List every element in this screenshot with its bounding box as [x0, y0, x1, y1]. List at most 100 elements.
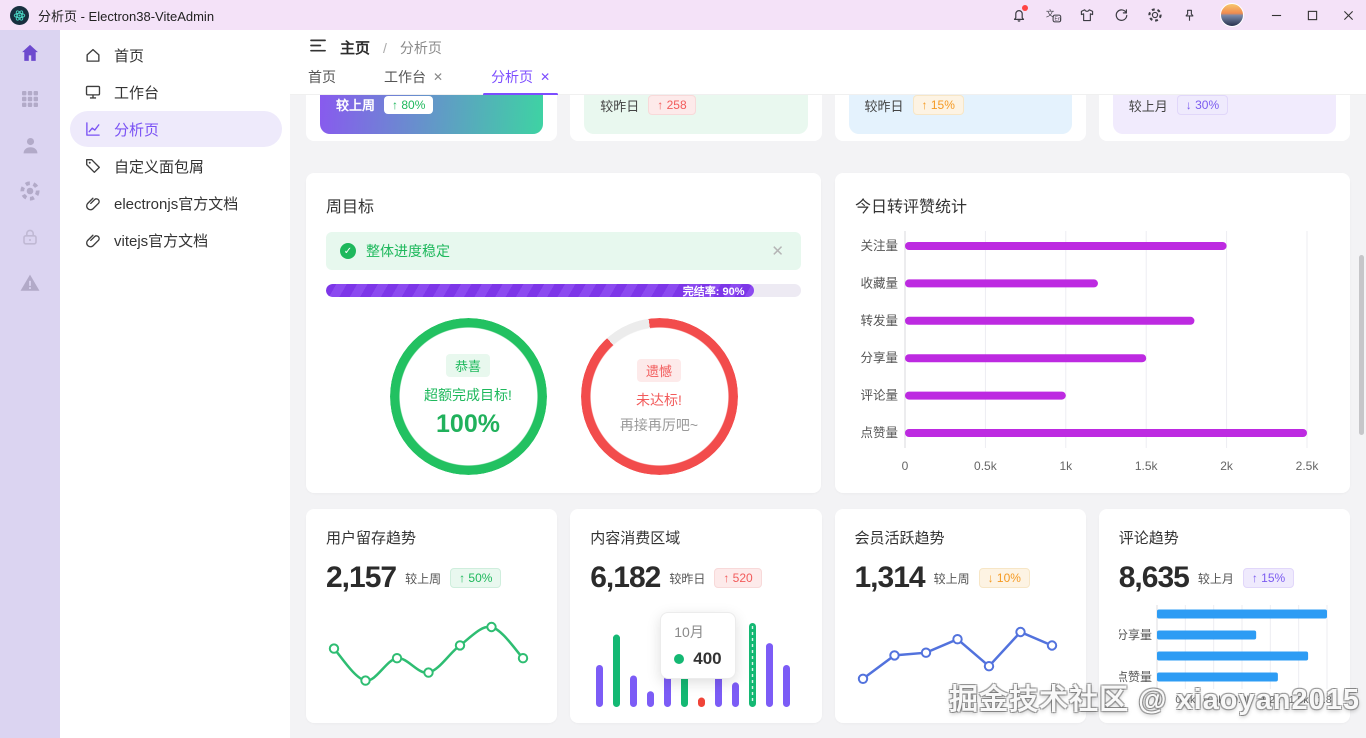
member-activity-card: 会员活跃趋势 1,314 较上周 ↓ 10%	[835, 509, 1086, 723]
rail-warning-icon[interactable]	[19, 272, 41, 294]
svg-text:评论量: 评论量	[860, 389, 898, 403]
stat-banner: 较昨日 ↑ 258	[584, 95, 807, 134]
icon-rail	[0, 30, 60, 738]
tab-close-icon[interactable]: ✕	[540, 71, 550, 83]
minimize-button[interactable]	[1258, 0, 1294, 30]
tab-home[interactable]: 首页	[308, 65, 336, 96]
compare-label: 较上周	[405, 570, 441, 587]
goal-ring-success: 恭喜 超额完成目标! 100%	[390, 318, 547, 475]
electron-app-logo-icon	[10, 6, 29, 25]
svg-text:点赞量: 点赞量	[1119, 670, 1152, 684]
refresh-icon[interactable]	[1104, 0, 1138, 30]
sidebar-item-home[interactable]: 首页	[70, 37, 282, 73]
svg-text:2k: 2k	[1220, 459, 1234, 473]
ring-message: 超额完成目标!	[424, 385, 512, 405]
sidebar-item-analysis[interactable]: 分析页	[70, 111, 282, 147]
tooltip-label: 10月	[674, 622, 721, 642]
pin-icon[interactable]	[1172, 0, 1206, 30]
svg-text:1k: 1k	[1059, 459, 1073, 473]
trend-chip: ↓ 10%	[979, 568, 1030, 588]
breadcrumb-bar: 主页 / 分析页	[290, 30, 1366, 65]
page-content: 较上周 ↑ 80% 较昨日 ↑ 258	[290, 95, 1366, 738]
tab-workbench[interactable]: 工作台 ✕	[384, 65, 443, 96]
sidebar-item-vite-docs[interactable]: vitejs官方文档	[70, 222, 282, 258]
sidebar-item-electron-docs[interactable]: electronjs官方文档	[70, 185, 282, 221]
svg-text:0.3k: 0.3k	[1175, 694, 1196, 706]
sidebar-item-label: 工作台	[114, 82, 159, 103]
sidebar-item-label: 分析页	[114, 119, 159, 140]
trend-chip: ↑ 15%	[1243, 568, 1294, 588]
rail-apps-grid-icon[interactable]	[19, 88, 41, 110]
svg-text:2.5k: 2.5k	[1296, 459, 1320, 473]
tab-analysis[interactable]: 分析页 ✕	[491, 65, 550, 96]
svg-text:关注量: 关注量	[860, 238, 898, 253]
stat-card-gradient: 较上周 ↑ 80%	[306, 95, 557, 141]
stat-card-purple: 较上月 ↓ 30%	[1099, 95, 1350, 141]
svg-text:分享量: 分享量	[1119, 627, 1152, 642]
card-title: 今日转评赞统计	[855, 193, 1330, 217]
vertical-scrollbar-thumb[interactable]	[1359, 255, 1364, 435]
compare-label: 较上周	[934, 570, 970, 587]
ring-message: 未达标!	[636, 390, 682, 410]
card-title: 内容消费区域	[590, 527, 801, 548]
home-outline-icon	[83, 46, 103, 64]
trend-chip: ↑ 258	[648, 95, 695, 115]
sidebar-item-breadcrumb[interactable]: 自定义面包屑	[70, 148, 282, 184]
compare-label: 较昨日	[865, 96, 904, 115]
progress-alert: ✓ 整体进度稳定 ✕	[326, 232, 801, 270]
compare-label: 较昨日	[600, 96, 639, 115]
maximize-button[interactable]	[1294, 0, 1330, 30]
progress-label: 完结率: 90%	[683, 284, 754, 297]
breadcrumb-home[interactable]: 主页	[340, 37, 370, 58]
compare-label: 较上周	[336, 95, 375, 114]
svg-text:0.9k: 0.9k	[1232, 694, 1253, 706]
menu-collapse-icon[interactable]	[310, 38, 327, 58]
trend-chip: ↑ 80%	[384, 96, 433, 114]
svg-text:点赞量: 点赞量	[860, 426, 898, 440]
rail-lock-icon[interactable]	[19, 226, 41, 248]
link-icon	[83, 194, 103, 212]
series-dot-icon	[674, 654, 684, 664]
ring-tag: 恭喜	[446, 354, 490, 377]
language-translate-icon[interactable]: 文En	[1036, 0, 1070, 30]
user-avatar[interactable]	[1220, 3, 1244, 27]
sidebar-item-label: vitejs官方文档	[114, 230, 208, 251]
goal-progress-track: 完结率: 90%	[326, 284, 801, 297]
notification-bell-icon[interactable]	[1002, 0, 1036, 30]
rail-user-icon[interactable]	[19, 134, 41, 156]
close-button[interactable]	[1330, 0, 1366, 30]
trend-chip: ↑ 520	[714, 568, 761, 588]
link-icon	[83, 231, 103, 249]
compare-label: 较上月	[1198, 570, 1234, 587]
theme-skin-icon[interactable]	[1070, 0, 1104, 30]
svg-text:0: 0	[1154, 694, 1160, 706]
goal-progress-fill: 完结率: 90%	[326, 284, 754, 297]
alert-close-icon[interactable]: ✕	[768, 242, 787, 260]
sidebar-item-label: electronjs官方文档	[114, 193, 238, 214]
chart-tooltip: 10月 400	[660, 612, 735, 679]
comment-bar-chart: 00.3k0.6k0.9k1.2k1.5k1.8k分享量点赞量	[1119, 603, 1337, 707]
svg-text:转发量: 转发量	[860, 313, 898, 328]
stat-banner: 较上月 ↓ 30%	[1113, 95, 1336, 134]
sidebar-menu: 首页 工作台 分析页 自定义面包屑 electronjs官方文档	[60, 30, 290, 738]
stat-value: 1,314	[855, 561, 925, 595]
stat-card-green: 较昨日 ↑ 258	[570, 95, 821, 141]
alert-text: 整体进度稳定	[366, 241, 758, 261]
top-cards-row: 较上周 ↑ 80% 较昨日 ↑ 258	[306, 95, 1350, 141]
stat-value: 2,157	[326, 561, 396, 595]
goal-ring-fail: 遗憾 未达标! 再接再厉吧~	[581, 318, 738, 475]
rail-home-icon[interactable]	[19, 42, 41, 64]
svg-text:0.6k: 0.6k	[1203, 694, 1224, 706]
sidebar-item-label: 首页	[114, 45, 144, 66]
card-title: 评论趋势	[1119, 527, 1330, 548]
notification-dot	[1022, 5, 1028, 11]
ring-value: 再接再厉吧~	[620, 415, 698, 435]
today-stats-chart: 00.5k1k1.5k2k2.5k关注量收藏量转发量分享量评论量点赞量	[855, 227, 1333, 479]
sidebar-item-workbench[interactable]: 工作台	[70, 74, 282, 110]
workbench-monitor-icon	[83, 83, 103, 101]
breadcrumb-current: 分析页	[400, 38, 442, 58]
settings-gear-icon[interactable]	[1138, 0, 1172, 30]
tab-close-icon[interactable]: ✕	[433, 71, 443, 83]
consumption-card: 内容消费区域 6,182 较昨日 ↑ 520 10月 400	[570, 509, 821, 723]
rail-settings-gear-icon[interactable]	[19, 180, 41, 202]
